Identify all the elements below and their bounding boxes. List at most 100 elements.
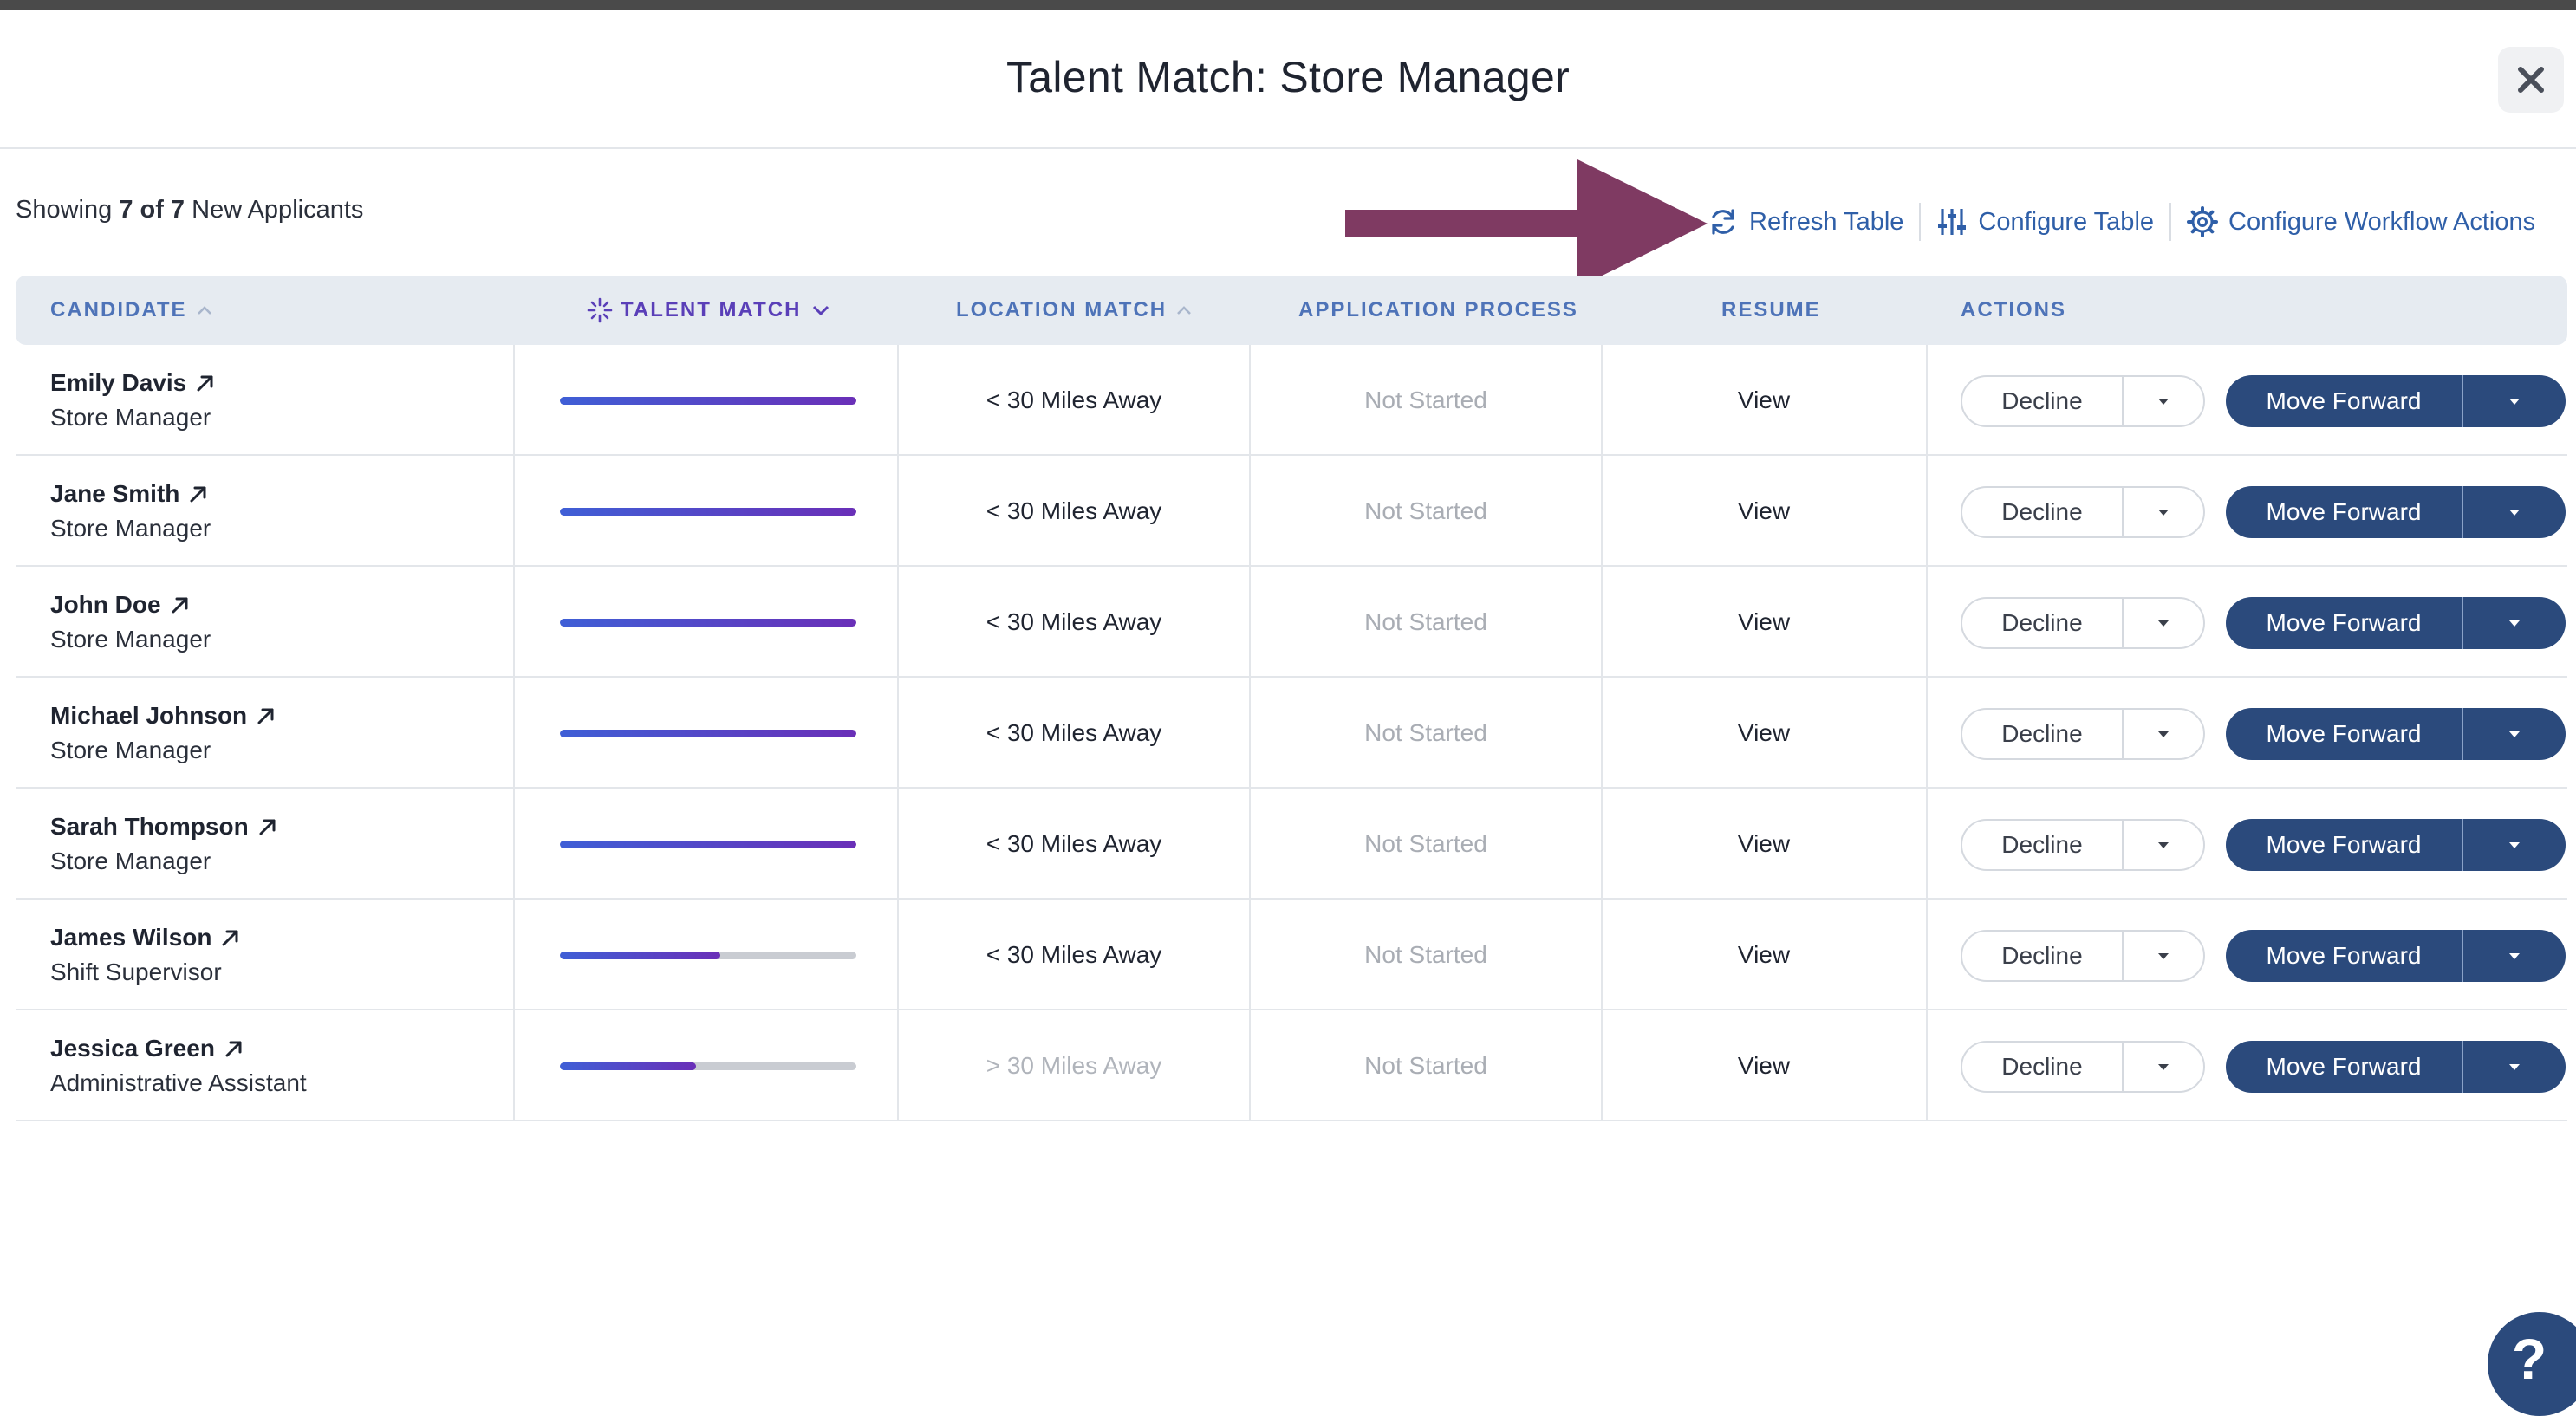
candidate-name-link[interactable]: Emily Davis [50,369,216,397]
application-process-status: Not Started [1364,497,1487,524]
external-link-icon [190,486,206,503]
column-header-candidate[interactable]: CANDIDATE [50,276,215,345]
move-forward-dropdown-button[interactable] [2463,618,2566,628]
column-divider [897,345,899,456]
decline-dropdown-button[interactable] [2124,729,2203,739]
decline-button[interactable]: Decline [1962,498,2122,526]
configure-table-button[interactable]: Configure Table [1936,206,2154,237]
caret-down-icon [2509,731,2520,737]
move-forward-button[interactable]: Move Forward [2226,609,2462,637]
move-forward-button[interactable]: Move Forward [2226,942,2462,970]
applicant-count: Showing 7 of 7 New Applicants [16,196,363,224]
column-divider [1601,789,1603,900]
decline-button[interactable]: Decline [1962,609,2122,637]
resume-view-link[interactable]: View [1603,789,1924,900]
decline-dropdown-button[interactable] [2124,507,2203,517]
decline-button[interactable]: Decline [1962,1053,2122,1081]
decline-button[interactable]: Decline [1962,387,2122,415]
move-forward-dropdown-button[interactable] [2463,951,2566,961]
close-button[interactable] [2498,47,2564,113]
talent-match-bar-fill [560,730,856,737]
column-divider [513,456,515,567]
table-row: John Doe Store Manager < 30 Miles Away N… [16,567,2567,678]
move-forward-dropdown-button[interactable] [2463,840,2566,850]
move-forward-button[interactable]: Move Forward [2226,387,2462,415]
decline-button[interactable]: Decline [1962,720,2122,748]
decline-dropdown-button[interactable] [2124,840,2203,850]
resume-view-link[interactable]: View [1603,345,1924,456]
refresh-table-button[interactable]: Refresh Table [1708,206,1903,237]
application-process-status: Not Started [1364,608,1487,635]
move-forward-dropdown-button[interactable] [2463,729,2566,739]
location-match: > 30 Miles Away [986,1052,1162,1079]
move-forward-dropdown-button[interactable] [2463,507,2566,517]
decline-button-group: Decline [1961,375,2205,427]
column-divider [1601,345,1603,456]
column-divider [1601,567,1603,678]
application-process-status: Not Started [1364,941,1487,968]
table-header: CANDIDATE TALENT MATCH LOCATION MATCH AP… [16,276,2567,345]
candidate-name: Sarah Thompson [50,813,249,840]
table-row: James Wilson Shift Supervisor < 30 Miles… [16,900,2567,1010]
move-forward-button-group: Move Forward [2226,1041,2566,1093]
move-forward-button[interactable]: Move Forward [2226,831,2462,859]
column-divider [897,1010,899,1121]
caret-down-icon [2509,399,2520,405]
column-header-talent-match[interactable]: TALENT MATCH [586,276,832,345]
column-divider [1926,678,1928,789]
configure-workflow-actions-label: Configure Workflow Actions [2228,207,2536,236]
resume-view-link[interactable]: View [1603,900,1924,1010]
application-process-status: Not Started [1364,386,1487,413]
column-divider [1601,1010,1603,1121]
decline-button[interactable]: Decline [1962,942,2122,970]
candidate-name-link[interactable]: Jane Smith [50,480,209,508]
move-forward-dropdown-button[interactable] [2463,1062,2566,1072]
column-divider [1926,789,1928,900]
talent-match-bar [560,1062,856,1070]
move-forward-dropdown-button[interactable] [2463,396,2566,406]
column-header-application-process-label: APPLICATION PROCESS [1298,298,1578,322]
talent-match-bar [560,730,856,737]
resume-view-link[interactable]: View [1603,456,1924,567]
location-match: < 30 Miles Away [986,830,1162,857]
move-forward-button[interactable]: Move Forward [2226,498,2462,526]
configure-workflow-actions-button[interactable]: Configure Workflow Actions [2187,206,2535,237]
resume-view-link[interactable]: View [1603,678,1924,789]
help-button[interactable]: ? [2488,1312,2576,1416]
candidate-name-link[interactable]: Sarah Thompson [50,813,278,841]
caret-down-icon [2158,1064,2169,1070]
decline-dropdown-button[interactable] [2124,618,2203,628]
candidate-role: Store Manager [50,404,211,431]
close-icon [2518,67,2544,93]
move-forward-button[interactable]: Move Forward [2226,720,2462,748]
move-forward-button[interactable]: Move Forward [2226,1053,2462,1081]
candidate-name: Jane Smith [50,480,180,507]
candidate-name-link[interactable]: John Doe [50,591,191,619]
column-divider [1926,567,1928,678]
decline-dropdown-button[interactable] [2124,1062,2203,1072]
decline-dropdown-button[interactable] [2124,396,2203,406]
external-link-icon [172,597,188,614]
column-divider [513,1010,515,1121]
column-divider [897,789,899,900]
column-header-actions-label: ACTIONS [1961,298,2066,322]
decline-dropdown-button[interactable] [2124,951,2203,961]
candidate-name-link[interactable]: Jessica Green [50,1035,244,1062]
resume-view-link[interactable]: View [1603,1010,1924,1121]
candidate-name-link[interactable]: Michael Johnson [50,702,276,730]
talent-match-bar [560,508,856,516]
sort-up-icon [197,306,211,315]
move-forward-button-group: Move Forward [2226,930,2566,982]
candidate-role: Store Manager [50,848,211,874]
column-header-location-match[interactable]: LOCATION MATCH [956,276,1194,345]
column-divider [513,678,515,789]
decline-button[interactable]: Decline [1962,831,2122,859]
candidate-name-link[interactable]: James Wilson [50,924,241,952]
talent-match-bar [560,619,856,627]
column-divider [1249,900,1251,1010]
resume-view-link[interactable]: View [1603,567,1924,678]
move-forward-button-group: Move Forward [2226,486,2566,538]
column-divider [513,345,515,456]
candidate-role: Administrative Assistant [50,1069,307,1096]
decline-button-group: Decline [1961,708,2205,760]
